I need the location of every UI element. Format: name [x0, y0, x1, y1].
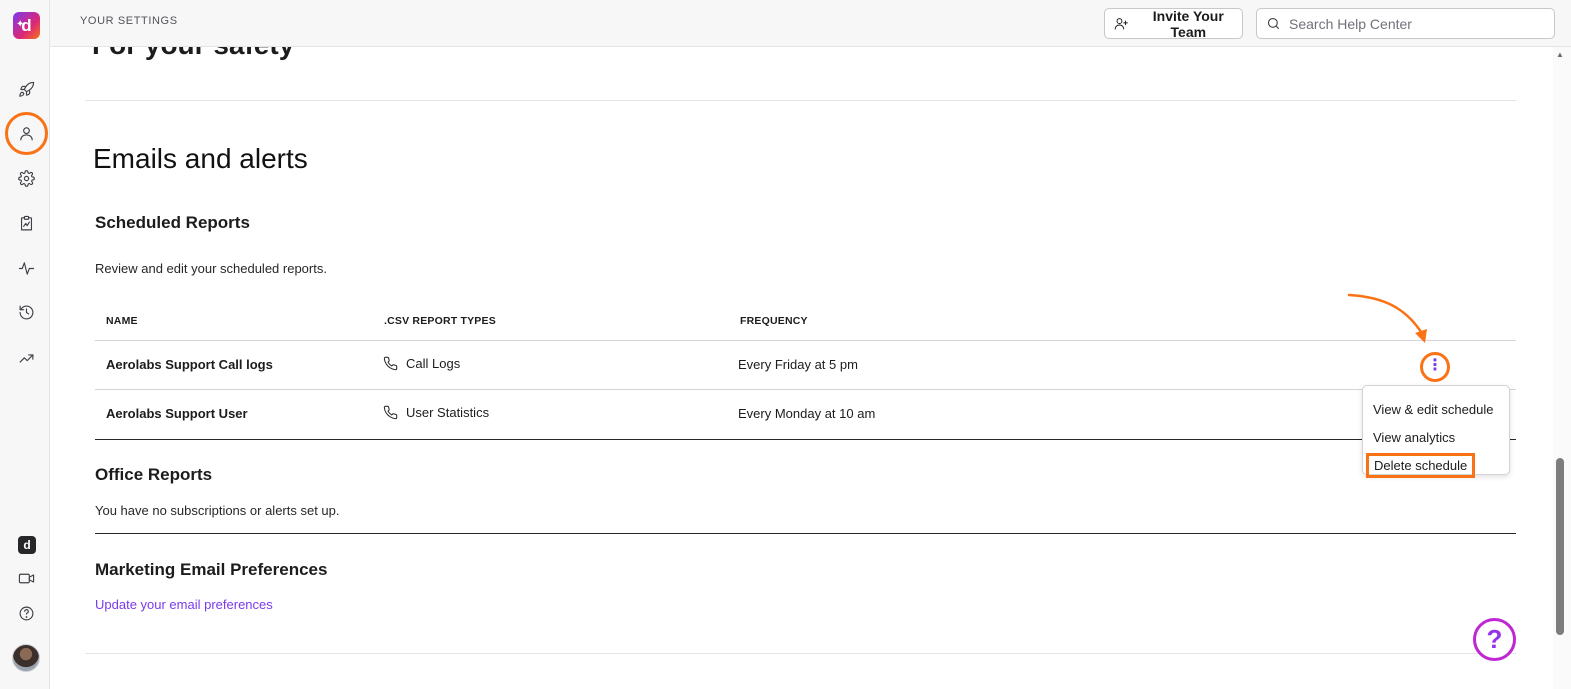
- help-fab-button[interactable]: ?: [1473, 618, 1516, 661]
- column-header-report-types: .CSV REPORT TYPES: [384, 315, 496, 327]
- column-header-name: NAME: [106, 315, 138, 327]
- report-type: Call Logs: [383, 356, 460, 371]
- marketing-email-title: Marketing Email Preferences: [95, 560, 328, 579]
- office-reports-title: Office Reports: [95, 465, 213, 484]
- report-type-label: User Statistics: [406, 405, 490, 420]
- column-header-frequency: FREQUENCY: [740, 315, 808, 327]
- prev-section-title: For your safety: [92, 47, 294, 61]
- report-type-label: Call Logs: [406, 356, 461, 371]
- section-divider: [85, 653, 1516, 654]
- office-reports-description: You have no subscriptions or alerts set …: [95, 503, 340, 518]
- scheduled-reports-title: Scheduled Reports: [95, 213, 250, 232]
- dialpad-app-letter: d: [23, 538, 31, 552]
- report-type: User Statistics: [383, 405, 489, 420]
- history-icon[interactable]: [13, 299, 39, 325]
- search-box[interactable]: [1256, 8, 1555, 39]
- dialpad-logo[interactable]: ✦ d: [13, 12, 40, 39]
- gear-icon[interactable]: [13, 165, 39, 191]
- more-vertical-icon: ⋮: [1427, 356, 1443, 374]
- report-frequency: Every Monday at 10 am: [738, 406, 876, 421]
- update-email-preferences-link[interactable]: Update your email preferences: [95, 597, 273, 612]
- report-frequency: Every Friday at 5 pm: [738, 357, 858, 372]
- row-divider: [95, 389, 1516, 390]
- pulse-icon[interactable]: [13, 255, 39, 281]
- table-header-divider: [95, 340, 1516, 341]
- dialpad-app-icon[interactable]: d: [18, 536, 36, 554]
- annotation-arrow: [1347, 293, 1427, 343]
- scrollbar-thumb[interactable]: [1556, 458, 1564, 635]
- section-divider: [85, 100, 1516, 101]
- left-sidebar: ✦ d d: [0, 0, 50, 689]
- report-name: Aerolabs Support Call logs: [106, 357, 273, 372]
- avatar[interactable]: [12, 644, 40, 672]
- table-bottom-divider: [95, 439, 1516, 440]
- help-question-icon: ?: [1486, 624, 1503, 654]
- row-context-menu: View & edit schedule View analytics Dele…: [1362, 385, 1510, 478]
- report-name: Aerolabs Support User: [106, 406, 248, 421]
- settings-content: For your safety Emails and alerts Schedu…: [50, 47, 1553, 689]
- rocket-icon[interactable]: [13, 76, 39, 102]
- invite-team-label: Invite Your Team: [1152, 7, 1224, 40]
- menu-item-delete-schedule[interactable]: Delete schedule: [1366, 453, 1476, 478]
- sparkle-icon: ✦: [16, 19, 25, 30]
- section-divider: [95, 533, 1516, 534]
- menu-item-view-analytics[interactable]: View analytics: [1373, 430, 1455, 445]
- user-plus-icon: [1114, 18, 1128, 30]
- user-icon[interactable]: [13, 120, 39, 146]
- menu-item-view-edit-schedule[interactable]: View & edit schedule: [1373, 402, 1493, 417]
- scroll-up-icon[interactable]: ▲: [1556, 50, 1564, 59]
- invite-team-button[interactable]: Invite Your Team: [1104, 7, 1243, 40]
- trending-up-icon[interactable]: [13, 345, 39, 371]
- phone-icon: [383, 405, 398, 420]
- help-circle-icon[interactable]: [13, 600, 39, 626]
- video-icon[interactable]: [13, 565, 39, 591]
- clipboard-chart-icon[interactable]: [13, 210, 39, 236]
- scheduled-reports-description: Review and edit your scheduled reports.: [95, 261, 327, 276]
- section-title: Emails and alerts: [93, 143, 308, 174]
- page-title: YOUR SETTINGS: [80, 15, 178, 27]
- row-more-button[interactable]: ⋮: [1420, 352, 1450, 382]
- phone-icon: [383, 356, 398, 371]
- search-input[interactable]: [1289, 15, 1539, 32]
- search-icon: [1267, 17, 1280, 30]
- top-bar: YOUR SETTINGS Invite Your Team: [50, 0, 1571, 47]
